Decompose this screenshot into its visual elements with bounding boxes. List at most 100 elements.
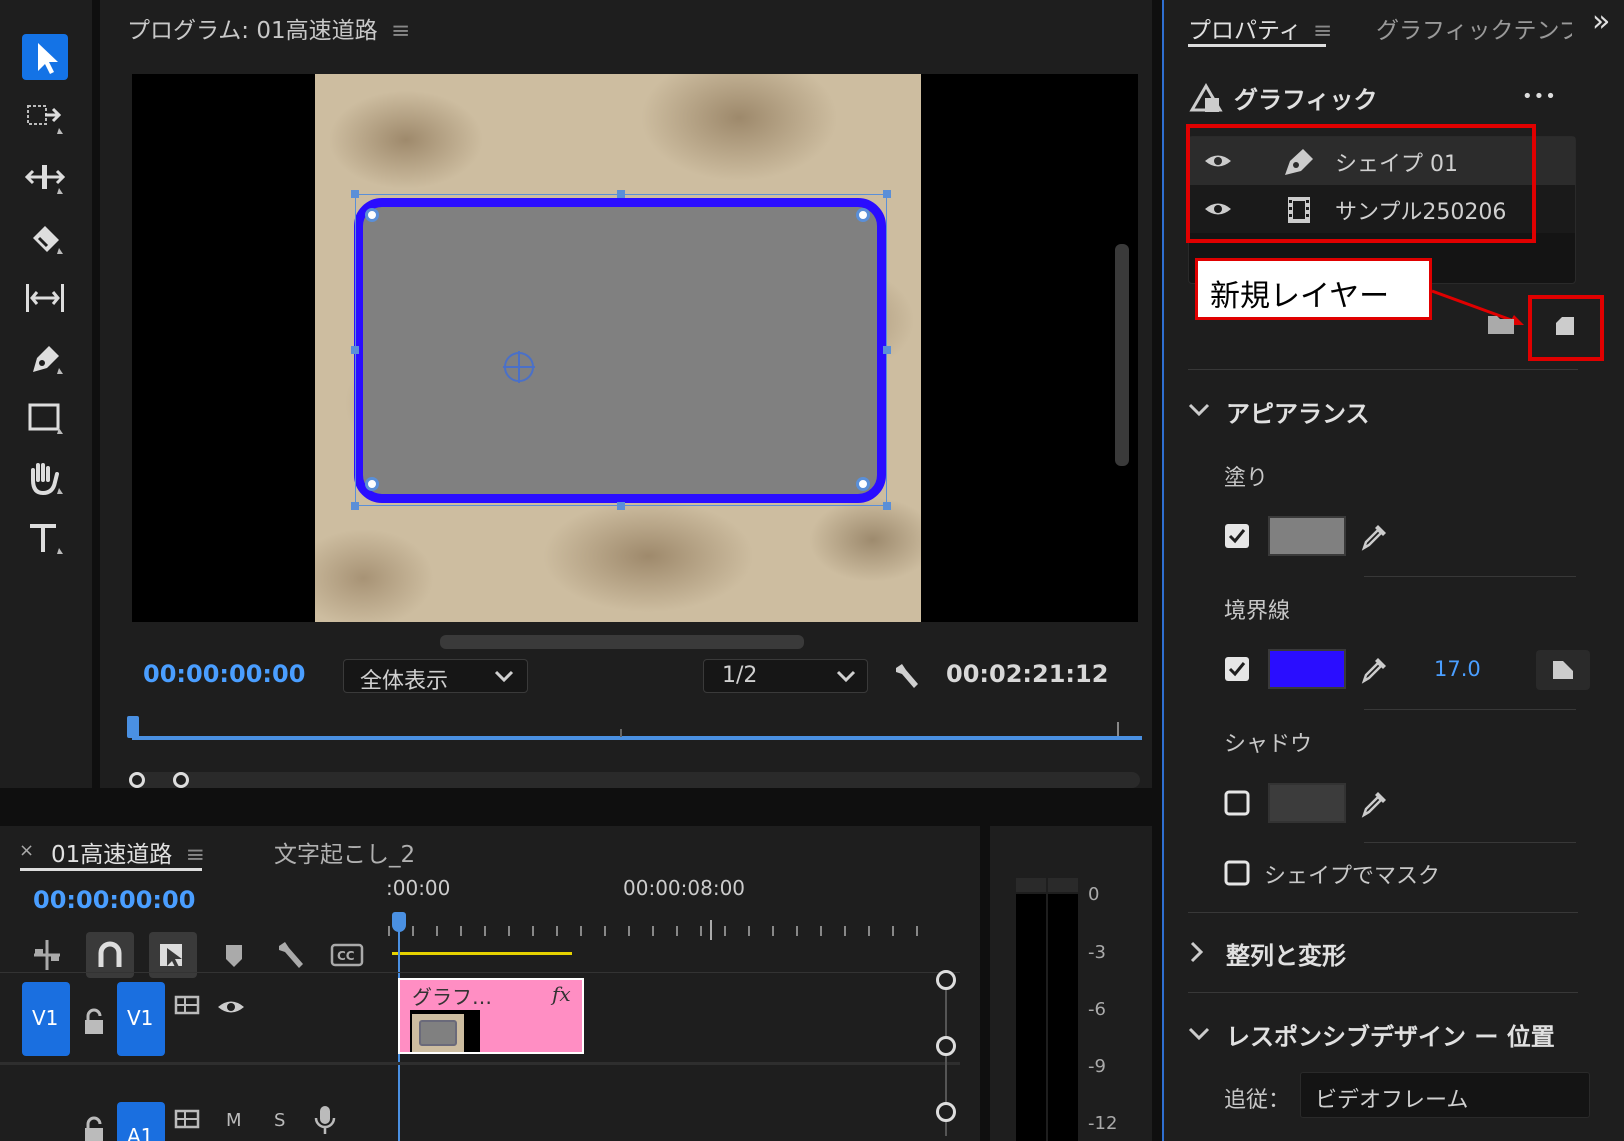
nest-icon[interactable] [30,938,64,972]
new-layer-icon[interactable] [1552,314,1578,340]
mask-checkbox[interactable] [1224,860,1250,886]
transform-handle[interactable] [351,346,359,354]
folder-icon[interactable] [1486,312,1516,336]
responsive-design-title[interactable]: レスポンシブデザイン ー 位置 [1226,1017,1555,1052]
transform-handle[interactable] [351,190,359,198]
time-ruler[interactable] [388,914,918,940]
transform-handle[interactable] [883,502,891,510]
eyedropper-icon[interactable] [1360,521,1390,551]
video-frame[interactable] [132,74,1138,622]
more-tabs-icon[interactable]: » [1592,4,1610,39]
toggle-output-eye-icon[interactable] [216,996,246,1018]
corner-radius-handle[interactable] [365,477,379,491]
transform-handle[interactable] [617,190,625,198]
zoom-dropdown-value: 全体表示 [360,669,449,694]
close-tab-icon[interactable]: × [19,840,34,861]
rectangle-icon[interactable] [25,400,67,436]
hand-icon[interactable] [25,460,67,496]
resolution-dropdown[interactable]: 1/2 [703,659,868,693]
appearance-title[interactable]: アピアランス [1226,394,1370,429]
v1-source-patch[interactable]: V1 [22,982,70,1056]
stroke-checkbox[interactable] [1224,656,1250,682]
stroke-style-button[interactable] [1536,650,1590,690]
shadow-checkbox[interactable] [1224,790,1250,816]
sync-lock-icon[interactable] [174,1108,202,1132]
graphic-clip[interactable]: グラフ… fx [398,978,584,1054]
transform-handle[interactable] [617,502,625,510]
pen-icon[interactable] [25,340,67,376]
arrow-icon [38,43,58,74]
razor-icon[interactable] [25,220,67,256]
playhead-marker[interactable] [127,716,139,738]
ripple-edit-icon[interactable] [25,160,67,196]
timeline-timecode[interactable]: 00:00:00:00 [33,886,195,914]
follow-dropdown[interactable]: ビデオフレーム [1300,1072,1590,1118]
zoom-bar-handle-left[interactable] [129,772,145,788]
wrench-icon[interactable] [890,660,922,692]
stroke-width-value[interactable]: 17.0 [1434,657,1481,681]
new-layer-callout-text: 新規レイヤー [1210,279,1390,314]
tab-properties[interactable]: プロパティ ≡ [1188,11,1332,45]
tab-sequence-underline [20,868,202,871]
transform-handle[interactable] [351,502,359,510]
solo-button[interactable]: S [274,1110,285,1131]
vertical-zoom-handle[interactable] [936,1102,956,1122]
fill-checkbox[interactable] [1224,523,1250,549]
mute-button[interactable]: M [226,1110,242,1131]
a1-target-patch[interactable]: A1 [117,1102,165,1141]
graphic-more-menu[interactable]: ••• [1522,86,1557,107]
add-marker-icon[interactable] [222,942,246,970]
zoom-bar-handle-right[interactable] [173,772,189,788]
tab-transcript[interactable]: 文字起こし_2 [274,835,415,869]
panel-menu-icon[interactable]: ≡ [1313,18,1332,44]
tab-sequence[interactable]: 01高速道路 ≡ [51,835,205,869]
work-area-bar[interactable] [392,952,572,955]
audio-meter-panel: 0 -3 -6 -9 -12 [990,826,1152,1141]
stroke-color-swatch[interactable] [1268,649,1346,689]
timeline-playhead-head[interactable] [392,912,406,932]
panel-menu-icon[interactable]: ≡ [391,18,410,44]
anchor-point-icon[interactable] [502,350,536,384]
vertical-zoom-handle-bottom[interactable] [936,1036,956,1056]
v1-target-label: V1 [127,1006,154,1030]
monitor-horizontal-scrollbar[interactable] [440,635,804,649]
v1-target-patch[interactable]: V1 [117,982,165,1056]
chevron-down-icon[interactable] [1188,401,1210,419]
tab-graphic-templates[interactable]: グラフィックテンプ [1376,11,1572,45]
shadow-color-swatch[interactable] [1268,783,1346,823]
monitor-vertical-scrollbar[interactable] [1115,244,1129,466]
align-transform-title[interactable]: 整列と変形 [1226,936,1346,971]
chevron-down-icon[interactable] [1188,1025,1210,1043]
zoom-dropdown[interactable]: 全体表示 [343,659,528,694]
sync-lock-icon[interactable] [174,994,202,1018]
eyedropper-icon[interactable] [1360,788,1390,818]
monitor-title[interactable]: プログラム: 01高速道路 ≡ [127,11,410,45]
corner-radius-handle[interactable] [856,477,870,491]
panel-menu-icon[interactable]: ≡ [186,842,205,868]
lock-icon[interactable] [82,1008,106,1036]
selection-tool[interactable] [22,34,68,80]
track-select-forward-icon[interactable] [25,100,67,136]
a1-target-label: A1 [127,1124,154,1141]
fill-color-swatch[interactable] [1268,516,1346,556]
eyedropper-icon[interactable] [1360,654,1390,684]
meter-scale-label: -6 [1088,999,1106,1020]
corner-radius-handle[interactable] [856,208,870,222]
playhead-bar[interactable] [132,736,1142,740]
monitor-zoom-bar[interactable] [130,772,1140,788]
timeline-settings-wrench-icon[interactable] [275,938,307,972]
corner-radius-handle[interactable] [365,208,379,222]
lock-icon[interactable] [82,1116,106,1141]
fx-badge[interactable]: fx [552,982,571,1006]
microphone-icon[interactable] [314,1104,336,1138]
type-icon[interactable] [25,520,67,556]
vertical-zoom-handle-top[interactable] [936,970,956,990]
transform-handle[interactable] [883,190,891,198]
monitor-timecode-current[interactable]: 00:00:00:00 [143,660,305,688]
captions-icon[interactable]: CC [330,942,364,968]
chevron-right-icon[interactable] [1188,941,1206,963]
slip-icon[interactable] [25,280,67,316]
divider [1364,576,1576,577]
transform-handle[interactable] [883,346,891,354]
shadow-label: シャドウ [1224,732,1313,757]
